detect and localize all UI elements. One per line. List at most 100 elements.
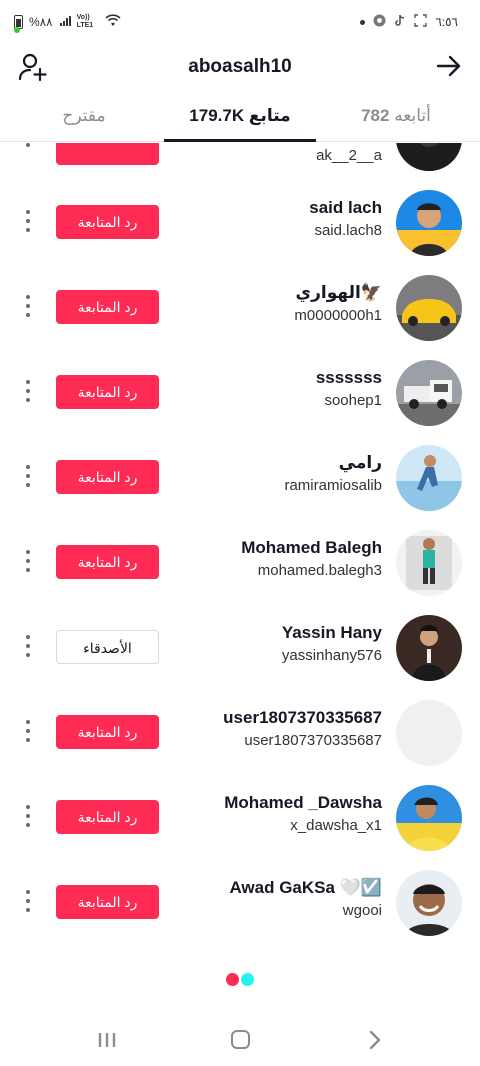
follow-back-button[interactable]: رد المتابعة [56,375,159,409]
recent-apps-icon[interactable] [97,1032,117,1048]
status-time: ٦:٥٦ [435,15,458,29]
tabs-bar: مقترح 179.7K متابع 782 أتابعه [0,96,480,142]
following-label: أتابعه [394,106,431,125]
follow-back-button[interactable]: رد المتابعة [56,885,159,919]
user-handle: soohep1 [324,392,382,409]
user-handle: ak__2__a [316,147,382,164]
user-display-name: الهواري🦅 [295,283,382,302]
network-label: Vo)) LTE1 [76,14,94,29]
list-item[interactable]: رد المتابعة الهواري🦅 m0000000h1 [0,265,480,350]
follow-back-button[interactable]: رد المتابعة [56,545,159,579]
user-handle: wgooi [342,902,382,919]
more-options-icon[interactable] [24,547,32,577]
avatar[interactable] [396,785,462,851]
list-item[interactable]: رد المتابعة sssssss soohep1 [0,350,480,435]
more-options-icon[interactable] [24,802,32,832]
user-names: ak__2__a [316,143,382,164]
avatar[interactable] [396,530,462,596]
avatar[interactable] [396,870,462,936]
arrow-right-icon[interactable] [436,53,462,79]
user-names: sssssss soohep1 [316,368,382,409]
chrome-icon [373,14,386,30]
avatar[interactable] [396,143,462,171]
user-display-name: رامي [338,453,382,472]
follow-back-button[interactable] [56,143,159,165]
more-options-icon[interactable] [24,717,32,747]
user-display-name: Yassin Hany [281,623,382,642]
user-handle: yassinhany576 [281,647,382,664]
user-handle: ramiramiosalib [284,477,382,494]
list-item[interactable]: ak__2__a [0,143,480,180]
user-display-name: Awad GaKSa 🤍☑️ [229,878,382,897]
tiktok-icon [394,14,406,30]
signal-icon [59,15,71,30]
app-header: aboasalh10 [0,44,480,90]
user-names: user1807370335687 user1807370335687 [223,708,382,749]
more-options-icon[interactable] [24,887,32,917]
status-bar: %٨٨ Vo)) LTE1 ٦:٥٦ [0,0,480,44]
user-names: said lach said.lach8 [309,198,382,239]
more-options-icon[interactable] [24,377,32,407]
user-names: رامي ramiramiosalib [284,453,382,494]
list-item[interactable]: رد المتابعة رامي ramiramiosalib [0,435,480,520]
list-item[interactable]: رد المتابعة Awad GaKSa 🤍☑️ wgooi [0,860,480,945]
user-display-name: Mohamed Balegh [241,538,382,557]
loader-dot-red [226,973,239,986]
status-right: ٦:٥٦ [360,14,458,30]
active-tab-indicator [164,139,316,142]
avatar[interactable] [396,360,462,426]
tab-following[interactable]: 782 أتابعه [316,106,476,126]
loading-indicator [226,973,256,987]
user-handle: said.lach8 [314,222,382,239]
list-item[interactable]: رد المتابعة user1807370335687 user180737… [0,690,480,775]
screenshot-icon [414,14,428,30]
list-item[interactable]: رد المتابعة Mohamed Balegh mohamed.baleg… [0,520,480,605]
tab-suggested[interactable]: مقترح [4,106,164,126]
notification-dot-icon [360,19,366,25]
more-options-icon[interactable] [24,292,32,322]
user-display-name: Mohamed _Dawsha [224,793,382,812]
avatar[interactable] [396,445,462,511]
back-chevron-icon[interactable] [368,1030,382,1050]
follow-back-button[interactable]: رد المتابعة [56,800,159,834]
follow-back-button[interactable]: رد المتابعة [56,290,159,324]
tab-followers[interactable]: 179.7K متابع [160,106,320,126]
user-names: Mohamed Balegh mohamed.balegh3 [241,538,382,579]
followers-count: 179.7K [189,106,245,125]
activity-dot [14,27,20,33]
user-display-name: user1807370335687 [223,708,382,727]
list-item[interactable]: الأصدقاء Yassin Hany yassinhany576 [0,605,480,690]
following-count: 782 [361,106,390,125]
list-item[interactable]: رد المتابعة Mohamed _Dawsha x_dawsha_x1 [0,775,480,860]
system-nav-bar [0,1010,480,1066]
profile-username-title: aboasalh10 [188,56,292,77]
avatar[interactable] [396,615,462,681]
user-handle: x_dawsha_x1 [290,817,382,834]
avatar[interactable] [396,275,462,341]
avatar[interactable] [396,190,462,256]
user-handle: mohamed.balegh3 [257,562,382,579]
follow-back-button[interactable]: رد المتابعة [56,205,159,239]
follow-back-button[interactable]: رد المتابعة [56,460,159,494]
user-handle: m0000000h1 [294,307,382,324]
followers-list[interactable]: ak__2__a رد المتابعة said lach said.lach… [0,143,480,953]
list-item[interactable]: رد المتابعة said lach said.lach8 [0,180,480,265]
user-names: Awad GaKSa 🤍☑️ wgooi [229,878,382,919]
followers-label: متابع [248,106,291,125]
user-names: Mohamed _Dawsha x_dawsha_x1 [224,793,382,834]
user-names: الهواري🦅 m0000000h1 [294,283,382,324]
battery-percent: %٨٨ [29,15,53,29]
friends-button[interactable]: الأصدقاء [56,630,159,664]
loader-dot-cyan [241,973,254,986]
user-names: Yassin Hany yassinhany576 [282,623,382,664]
more-options-icon[interactable] [24,207,32,237]
home-icon[interactable] [231,1030,250,1049]
user-display-name: sssssss [315,368,382,387]
status-left: %٨٨ Vo)) LTE1 [14,14,121,30]
avatar[interactable] [396,700,462,766]
more-options-icon[interactable] [24,462,32,492]
wifi-icon [105,14,121,30]
more-options-icon[interactable] [24,632,32,662]
more-options-icon[interactable] [24,143,32,152]
follow-back-button[interactable]: رد المتابعة [56,715,159,749]
